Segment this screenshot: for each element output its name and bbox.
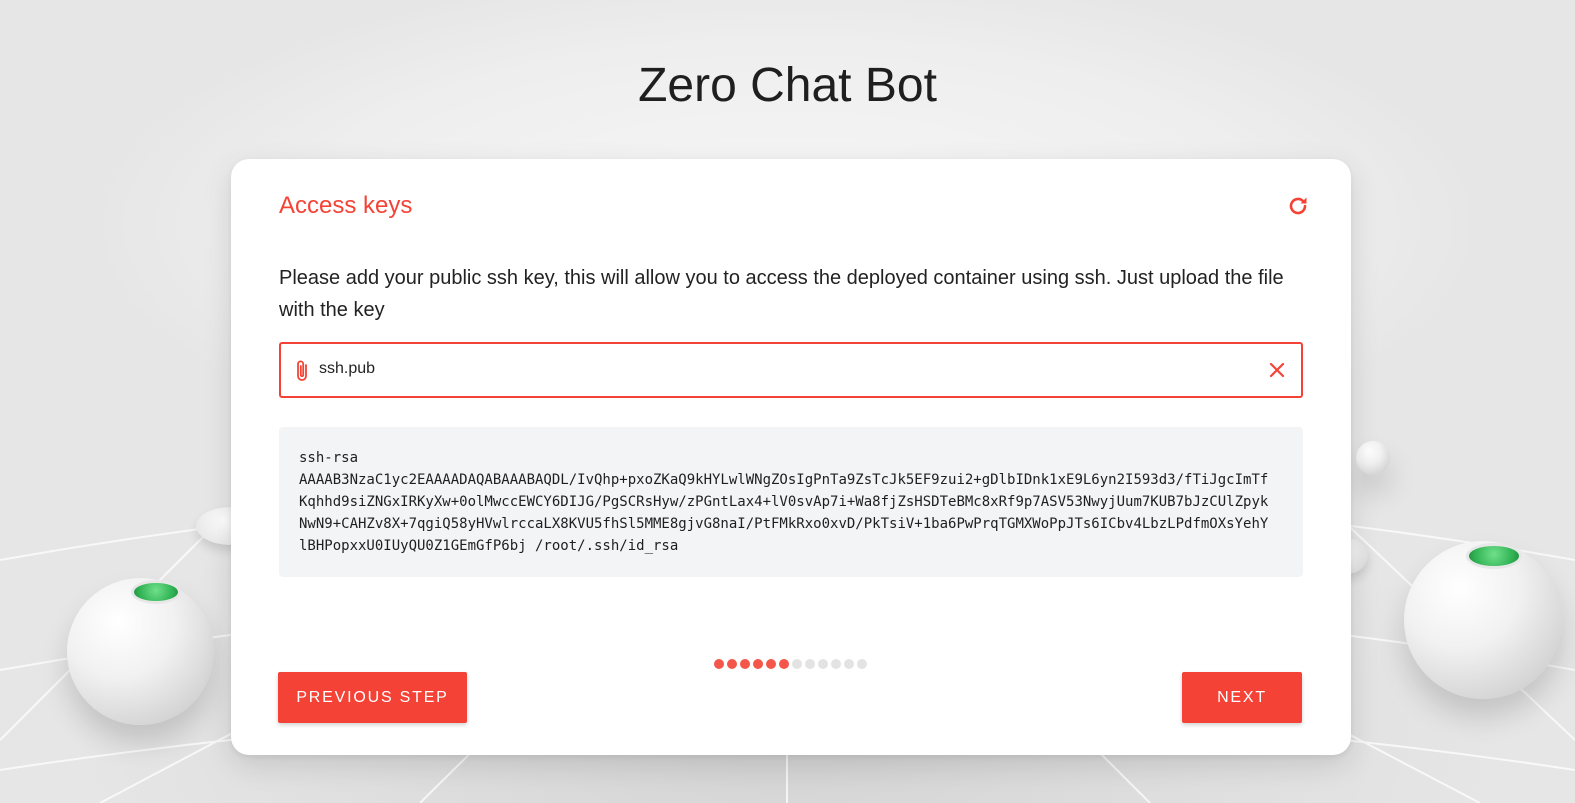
previous-step-button[interactable]: PREVIOUS STEP [278, 672, 467, 723]
refresh-button[interactable] [1285, 193, 1311, 219]
sphere-cap-left [131, 580, 181, 604]
step-dot-completed [740, 659, 750, 669]
refresh-icon [1289, 197, 1307, 215]
instructions-text: Please add your public ssh key, this wil… [279, 267, 1284, 321]
ssh-key-line: AAAAB3NzaC1yc2EAAAADAQABAAABAQDL/IvQhp+p… [299, 472, 1269, 488]
step-dot-pending [792, 659, 802, 669]
sphere-cap-right [1466, 543, 1522, 569]
step-progress-indicator [714, 659, 867, 671]
ssh-key-preview: ssh-rsa AAAAB3NzaC1yc2EAAAADAQABAAABAQDL… [279, 427, 1303, 577]
step-dot-completed [753, 659, 763, 669]
app-title: Zero Chat Bot [638, 59, 937, 112]
close-icon[interactable] [1267, 360, 1287, 380]
ssh-key-line: lBHPopxxU0IUyQU0Z1GEmGfP6bj /root/.ssh/i… [299, 538, 679, 554]
step-dot-pending [805, 659, 815, 669]
background-sphere-right [1404, 541, 1562, 699]
ssh-key-line: Kqhhd9siZNGxIRKyXw+0olMwccEWCY6DIJG/PgSC… [299, 494, 1269, 510]
step-dot-completed [779, 659, 789, 669]
step-dot-completed [727, 659, 737, 669]
next-button[interactable]: NEXT [1182, 672, 1302, 723]
step-dot-completed [714, 659, 724, 669]
step-dot-pending [831, 659, 841, 669]
file-upload-field[interactable]: ssh.pub [279, 342, 1303, 398]
step-dot-pending [844, 659, 854, 669]
step-dot-pending [857, 659, 867, 669]
background-sphere-left [67, 578, 214, 725]
paperclip-icon [297, 360, 307, 381]
background-sphere-small [1356, 441, 1390, 475]
ssh-key-line: NwN9+CAHZv8X+7qgiQ58yHVwlrccaLX8KVU5fhSl… [299, 516, 1269, 532]
step-dot-pending [818, 659, 828, 669]
selected-file-name: ssh.pub [319, 360, 376, 377]
ssh-key-line: ssh-rsa [299, 450, 359, 466]
card-title: Access keys [279, 192, 413, 219]
access-keys-card: Access keys Please add your public ssh k… [231, 159, 1351, 755]
step-dot-completed [766, 659, 776, 669]
